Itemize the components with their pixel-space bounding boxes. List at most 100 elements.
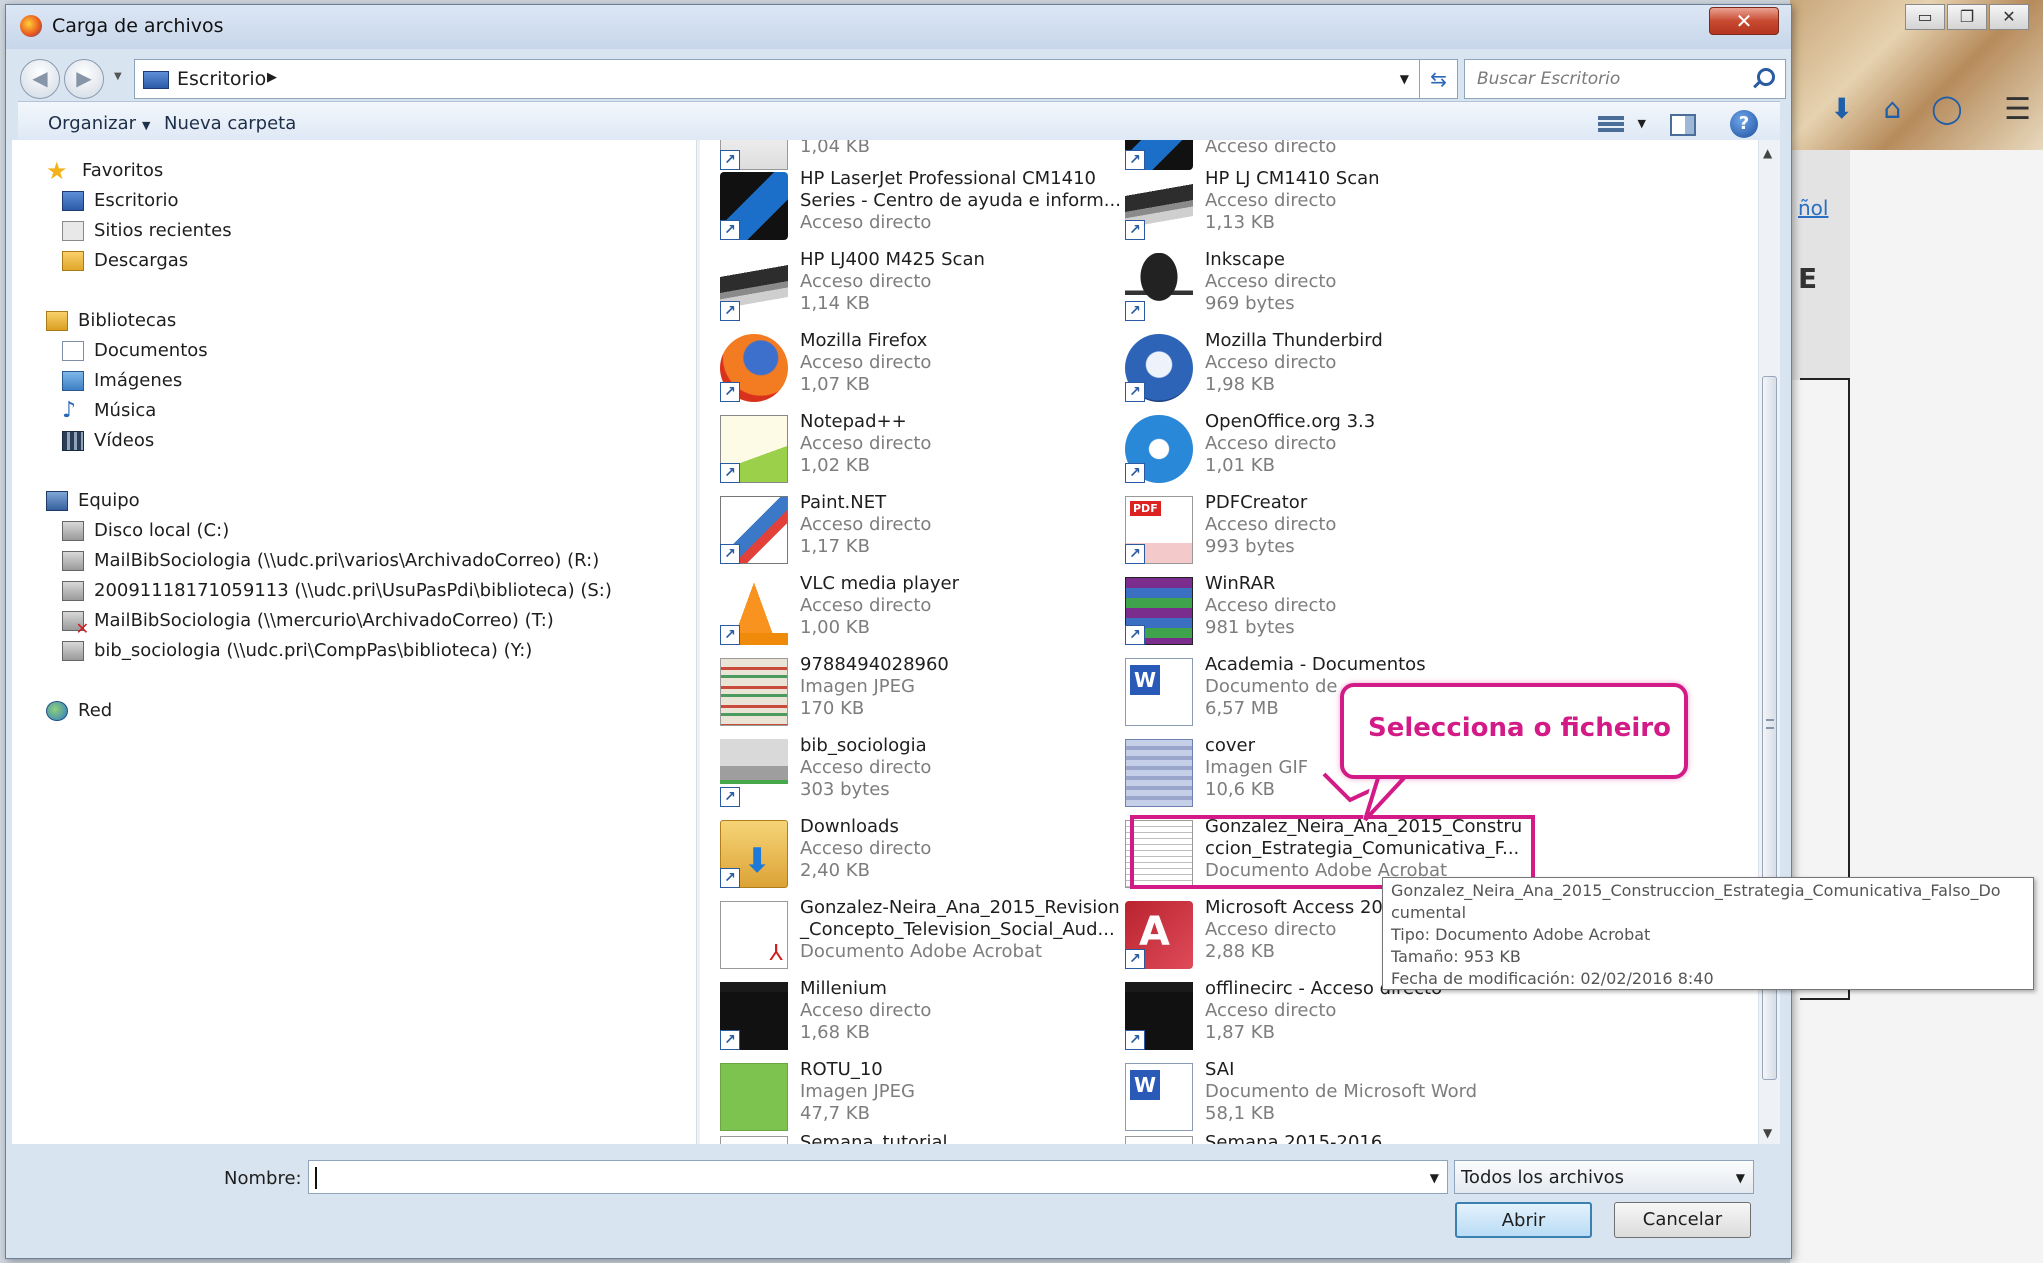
file-item[interactable]: ↗ bib_sociologia Acceso directo 303 byte… [710,735,1110,815]
file-item[interactable]: ↗ Downloads Acceso directo 2,40 KB [710,816,1110,896]
vertical-scrollbar[interactable]: ▲ ▼ [1758,140,1780,1144]
shortcut-arrow-icon: ↗ [720,787,740,807]
nav-item-documents[interactable]: Documentos [62,340,208,361]
file-item[interactable]: ↗ Inkscape Acceso directo 969 bytes [1115,249,1515,329]
nav-favorites[interactable]: ★ Favoritos [46,159,163,183]
nav-network[interactable]: Red [46,700,112,721]
download-icon[interactable]: ⬇ [1830,92,1853,125]
file-item[interactable]: ↗ Mozilla Thunderbird Acceso directo 1,9… [1115,330,1515,410]
nav-item-music[interactable]: ♪ Música [62,399,156,421]
close-button[interactable]: ✕ [1709,7,1779,35]
close-icon[interactable]: ✕ [1989,4,2029,30]
cancel-button[interactable]: Cancelar [1614,1202,1751,1238]
file-size: 1,68 KB [800,1022,870,1043]
dialog-titlebar: Carga de archivos ✕ [6,5,1791,49]
address-bar: ◀ ▶ ▼ Escritorio ▶ ▼ ⇆ Buscar Escritorio [6,49,1791,101]
file-item[interactable]: ↗ Notepad++ Acceso directo 1,02 KB [710,411,1110,491]
background-language-link[interactable]: ñol [1798,196,1828,220]
search-placeholder: Buscar Escritorio [1477,69,1621,89]
chevron-down-icon[interactable]: ▼ [1638,117,1646,130]
file-item[interactable]: Gonzalez-Neira_Ana_2015_Revision _Concep… [710,897,1120,977]
chevron-down-icon[interactable]: ▼ [1736,1171,1745,1185]
back-button[interactable]: ◀ [20,59,60,99]
nav-item-recent[interactable]: Sitios recientes [62,220,232,241]
open-button[interactable]: Abrir [1455,1202,1592,1238]
new-folder-button[interactable]: Nueva carpeta [164,113,296,134]
tooltip-size: Tamaño: 953 KB [1391,947,1521,966]
file-item[interactable]: ↗ Millenium Acceso directo 1,68 KB [710,978,1110,1058]
file-item[interactable]: 9788494028960 Imagen JPEG 170 KB [710,654,1110,734]
file-type: Imagen JPEG [800,676,915,697]
file-item[interactable]: ↗ WinRAR Acceso directo 981 bytes [1115,573,1515,653]
nav-item-pictures[interactable]: Imágenes [62,370,182,391]
nav-item-downloads[interactable]: Descargas [62,250,188,271]
search-input[interactable]: Buscar Escritorio [1464,59,1786,99]
file-item-partial[interactable]: Semana_tutorial... [710,1132,1110,1144]
nav-item-drive-t[interactable]: MailBibSociologia (\\mercurio\ArchivadoC… [62,610,554,638]
file-type-select[interactable]: Todos los archivos ▼ [1454,1160,1754,1194]
shortcut-arrow-icon: ↗ [1125,463,1145,483]
file-item[interactable]: ↗ VLC media player Acceso directo 1,00 K… [710,573,1110,653]
preview-pane-icon[interactable] [1670,114,1696,136]
chevron-down-icon[interactable]: ▼ [1400,72,1409,86]
file-size: 2,40 KB [800,860,870,881]
breadcrumb-location[interactable]: Escritorio [177,68,266,90]
path-breadcrumb[interactable]: Escritorio ▶ ▼ [134,59,1420,99]
nav-computer[interactable]: Equipo [46,490,140,511]
refresh-button[interactable]: ⇆ [1420,59,1458,99]
organize-menu[interactable]: Organizar ▼ [48,113,150,134]
nav-item-desktop[interactable]: Escritorio [62,190,179,211]
file-type: Acceso directo [800,757,932,778]
file-item[interactable]: ↗ PDFCreator Acceso directo 993 bytes [1115,492,1515,572]
file-size: 170 KB [800,698,865,719]
scroll-up-icon[interactable]: ▲ [1763,146,1772,160]
menu-icon[interactable]: ☰ [2004,92,2031,127]
file-item[interactable]: ↗ HP LJ400 M425 Scan Acceso directo 1,14… [710,249,1110,329]
file-size: 10,6 KB [1205,779,1275,800]
file-item[interactable]: ↗ HP LaserJet Professional CM1410 Series… [710,168,1121,248]
nav-item-drive-c[interactable]: Disco local (C:) [62,520,229,541]
file-size: 1,00 KB [800,617,870,638]
scroll-down-icon[interactable]: ▼ [1763,1126,1772,1140]
help-icon[interactable]: ? [1730,110,1758,138]
chevron-down-icon[interactable]: ▼ [1430,1171,1439,1185]
file-type: Imagen GIF [1205,757,1309,778]
chevron-right-icon[interactable]: ▶ [267,70,277,85]
recent-places-icon [62,220,84,241]
shortcut-arrow-icon: ↗ [720,868,740,888]
home-icon[interactable]: ⌂ [1883,92,1901,125]
chat-icon[interactable]: ◯ [1931,92,1962,125]
nav-libraries[interactable]: Bibliotecas [46,310,176,331]
search-icon[interactable] [1757,68,1775,86]
word-icon [1125,658,1193,726]
restore-icon[interactable]: ❐ [1947,4,1987,30]
file-item[interactable]: SAI Documento de Microsoft Word 58,1 KB [1115,1059,1515,1139]
file-item[interactable]: ROTU_10 Imagen JPEG 47,7 KB [710,1059,1110,1139]
gif-icon [1125,739,1193,807]
nav-item-label: Vídeos [94,430,155,451]
tooltip-type: Tipo: Documento Adobe Acrobat [1391,925,1651,944]
callout-text: Selecciona o ficheiro [1368,713,1671,743]
view-options-icon[interactable] [1598,114,1624,136]
nav-item-videos[interactable]: Vídeos [62,430,154,451]
recent-locations-dropdown[interactable]: ▼ [114,71,122,82]
nav-item-drive-s[interactable]: 20091118171059113 (\\udc.pri\UsuPasPdi\b… [62,580,612,601]
file-item[interactable]: ↗ HP LJ CM1410 Scan Acceso directo 1,13 … [1115,168,1515,248]
file-item[interactable]: ↗ Mozilla Firefox Acceso directo 1,07 KB [710,330,1110,410]
file-name: Inkscape [1205,249,1285,270]
file-item[interactable]: ↗ OpenOffice.org 3.3 Acceso directo 1,01… [1115,411,1515,491]
nav-item-drive-y[interactable]: bib_sociologia (\\udc.pri\CompPas\biblio… [62,640,532,661]
file-icon [720,1136,788,1144]
file-item[interactable]: ↗ Paint.NET Acceso directo 1,17 KB [710,492,1110,572]
file-size: 6,57 MB [1205,698,1279,719]
minimize-icon[interactable]: ▭ [1905,4,1945,30]
shortcut-arrow-icon: ↗ [720,301,740,321]
nav-item-drive-r[interactable]: MailBibSociologia (\\udc.pri\varios\Arch… [62,550,599,571]
filename-input[interactable]: ▼ [308,1160,1448,1194]
file-item[interactable]: ↗ offlinecirc - Acceso directo Acceso di… [1115,978,1515,1058]
nav-item-label: Imágenes [94,370,183,391]
computer-icon [46,490,68,511]
forward-button[interactable]: ▶ [64,59,104,99]
shortcut-arrow-icon: ↗ [720,220,740,240]
file-item-partial[interactable]: Semana 2015-2016 [1115,1132,1515,1144]
